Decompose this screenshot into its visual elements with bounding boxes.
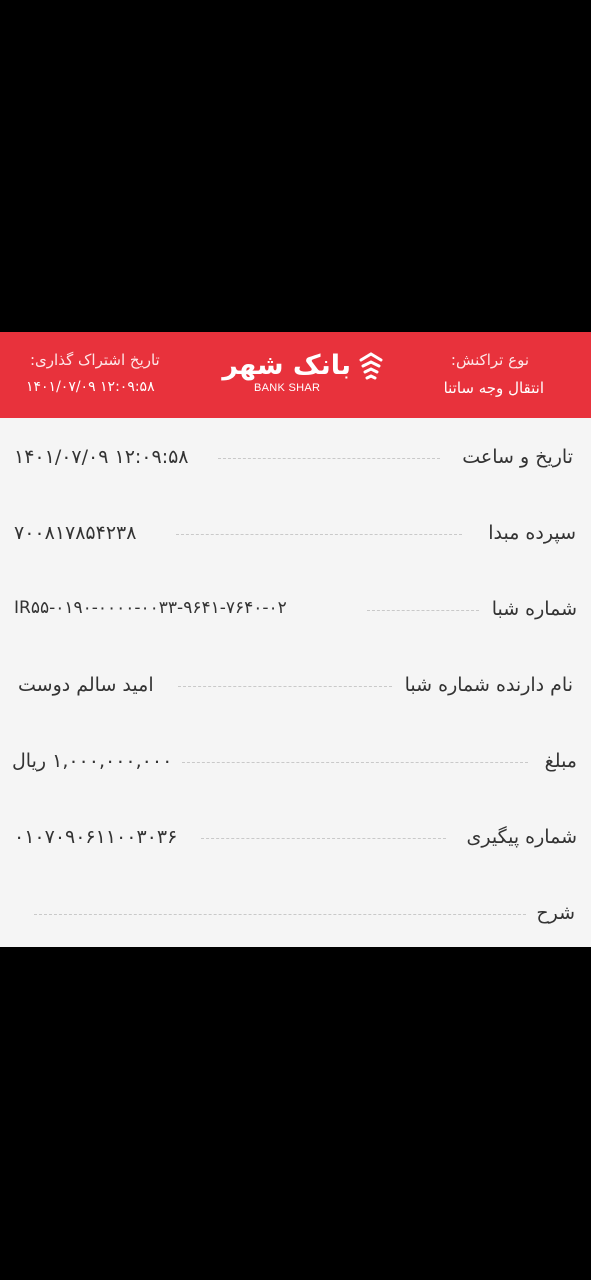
share-date-label: تاریخ اشتراک گذاری: [30, 351, 160, 369]
bank-logo: بانک شهر BANK SHAR [210, 350, 385, 400]
row-description: شرح [0, 894, 591, 934]
divider-dashed [218, 458, 440, 459]
row-sheba-holder: نام دارنده شماره شبا امید سالم دوست [0, 666, 591, 706]
sheba-number-label: شماره شبا [491, 598, 577, 620]
sheba-number-value: IR۵۵-۰۱۹۰-۰۰۰۰-۰۰۳۳-۹۶۴۱-۷۶۴۰-۰۲ [14, 598, 287, 618]
transaction-receipt: نوع تراکنش: انتقال وجه ساتنا بانک شهر BA… [0, 332, 591, 947]
share-date-value: ۱۴۰۱/۰۷/۰۹ ۱۲:۰۹:۵۸ [26, 379, 155, 395]
description-label: شرح [536, 902, 575, 924]
divider-dashed [201, 838, 446, 839]
shahr-bank-logo-icon [359, 352, 383, 380]
transaction-type-label: نوع تراکنش: [450, 351, 529, 369]
logo-text-en: BANK SHAR [254, 382, 321, 394]
tracking-number-label: شماره پیگیری [466, 826, 577, 848]
amount-label: مبلغ [544, 750, 577, 772]
source-deposit-label: سپرده مبدا [488, 522, 576, 544]
sheba-holder-value: امید سالم دوست [18, 674, 154, 696]
date-time-value: ۱۴۰۱/۰۷/۰۹ ۱۲:۰۹:۵۸ [14, 446, 189, 468]
divider-dashed [367, 610, 479, 611]
tracking-number-value: ۰۱۰۷۰۹۰۶۱۱۰۰۳۰۳۶ [14, 826, 178, 848]
divider-dashed [182, 762, 528, 763]
row-sheba-number: شماره شبا IR۵۵-۰۱۹۰-۰۰۰۰-۰۰۳۳-۹۶۴۱-۷۶۴۰-… [0, 590, 591, 630]
divider-dashed [34, 914, 526, 915]
row-amount: مبلغ ۱,۰۰۰,۰۰۰,۰۰۰ ریال [0, 742, 591, 782]
divider-dashed [178, 686, 392, 687]
row-source-deposit: سپرده مبدا ۷۰۰۸۱۷۸۵۴۲۳۸ [0, 514, 591, 554]
date-time-label: تاریخ و ساعت [462, 446, 573, 468]
amount-value: ۱,۰۰۰,۰۰۰,۰۰۰ ریال [12, 750, 173, 772]
receipt-header: نوع تراکنش: انتقال وجه ساتنا بانک شهر BA… [0, 332, 591, 418]
transaction-type-value: انتقال وجه ساتنا [443, 379, 544, 397]
row-tracking-number: شماره پیگیری ۰۱۰۷۰۹۰۶۱۱۰۰۳۰۳۶ [0, 818, 591, 858]
logo-text-fa: بانک شهر [222, 350, 351, 381]
source-deposit-value: ۷۰۰۸۱۷۸۵۴۲۳۸ [14, 522, 137, 544]
divider-dashed [176, 534, 462, 535]
sheba-holder-label: نام دارنده شماره شبا [404, 674, 573, 696]
row-date-time: تاریخ و ساعت ۱۴۰۱/۰۷/۰۹ ۱۲:۰۹:۵۸ [0, 438, 591, 478]
